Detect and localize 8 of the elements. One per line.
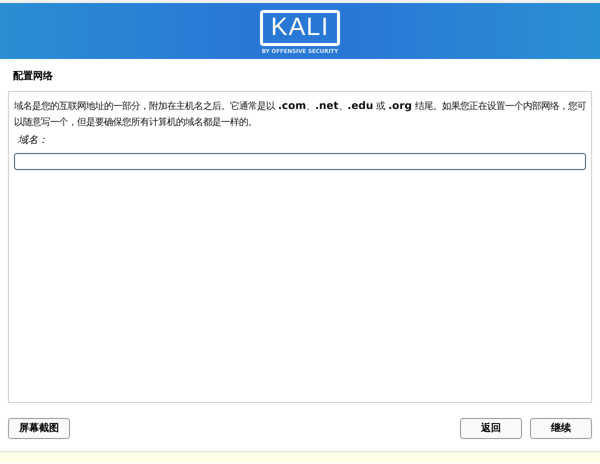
button[interactable]: 继续: [530, 418, 592, 438]
description-text: 域名是您的互联网地址的一部分，附加在主机名之后。它通常是以 .com、.net、.edu 或 .org 结尾。如果您正在设置一个内部网络，您可以随意写一个，但是要确保您所有计算机的域名都是一样的。: [14, 99, 586, 130]
logo-text: KALI: [270, 15, 330, 40]
button[interactable]: 返回: [460, 418, 522, 438]
field-label: 域名：: [17, 134, 49, 148]
button[interactable]: 屏幕截图: [8, 418, 70, 438]
page-title: 配置网络: [12, 70, 54, 84]
input-field[interactable]: [14, 153, 586, 170]
